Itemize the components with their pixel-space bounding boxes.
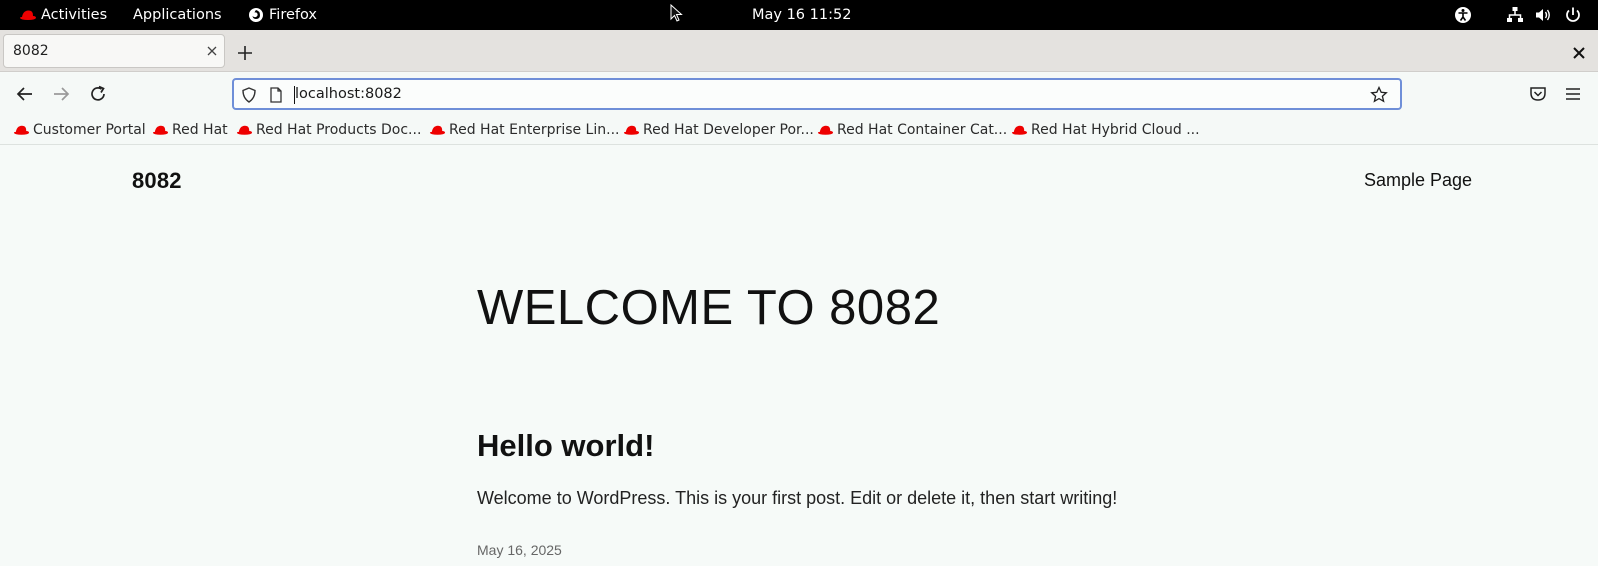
bookmarks-toolbar: Customer Portal Red Hat Red Hat Products… xyxy=(0,115,1598,145)
mouse-cursor-icon xyxy=(670,4,683,22)
hamburger-menu-icon[interactable] xyxy=(1562,83,1584,105)
power-icon[interactable] xyxy=(1564,6,1582,24)
bookmark-label: Red Hat Developer Por... xyxy=(643,122,814,138)
url-input[interactable]: localhost:8082 xyxy=(295,86,402,102)
redhat-icon xyxy=(1011,125,1028,135)
bookmark-label: Red Hat Hybrid Cloud ... xyxy=(1031,122,1200,138)
back-arrow-icon[interactable] xyxy=(14,83,36,105)
redhat-icon xyxy=(236,125,253,135)
redhat-icon xyxy=(13,125,30,135)
bookmark-red-hat-hybrid-cloud[interactable]: Red Hat Hybrid Cloud ... xyxy=(1011,119,1200,141)
redhat-logo-icon xyxy=(20,10,36,20)
applications-menu[interactable]: Applications xyxy=(133,0,222,30)
web-page: 8082 Sample Page WELCOME TO 8082 Hello w… xyxy=(0,146,1598,566)
bookmark-label: Red Hat Container Cat... xyxy=(837,122,1008,138)
page-heading: WELCOME TO 8082 xyxy=(477,281,941,335)
activities-button[interactable]: Activities xyxy=(19,0,107,30)
post-date[interactable]: May 16, 2025 xyxy=(477,542,562,558)
firefox-label: Firefox xyxy=(269,7,317,23)
forward-arrow-icon[interactable] xyxy=(50,83,72,105)
tab-8082[interactable]: 8082 xyxy=(3,34,225,68)
page-info-icon[interactable] xyxy=(268,86,284,104)
bookmark-customer-portal[interactable]: Customer Portal xyxy=(13,119,146,141)
window-close-icon[interactable] xyxy=(1570,44,1588,62)
tab-close-icon[interactable] xyxy=(203,42,221,60)
firefox-icon xyxy=(249,8,263,22)
tab-title: 8082 xyxy=(13,43,49,59)
navigation-toolbar: localhost:8082 xyxy=(0,73,1598,115)
bookmark-red-hat-developer-portal[interactable]: Red Hat Developer Por... xyxy=(623,119,814,141)
bookmark-red-hat-enterprise-linux[interactable]: Red Hat Enterprise Lin... xyxy=(429,119,619,141)
redhat-icon xyxy=(623,125,640,135)
volume-icon[interactable] xyxy=(1534,6,1552,24)
bookmark-red-hat-container-catalog[interactable]: Red Hat Container Cat... xyxy=(817,119,1007,141)
clock[interactable]: May 16 11:52 xyxy=(752,0,851,30)
url-bar[interactable]: localhost:8082 xyxy=(232,78,1402,110)
pocket-icon[interactable] xyxy=(1527,83,1549,105)
network-icon[interactable] xyxy=(1506,6,1524,24)
bookmark-red-hat[interactable]: Red Hat xyxy=(152,119,228,141)
redhat-icon xyxy=(817,125,834,135)
new-tab-icon[interactable] xyxy=(234,42,256,64)
accessibility-icon[interactable] xyxy=(1454,6,1472,24)
bookmark-label: Red Hat Products Doc... xyxy=(256,122,422,138)
bookmark-label: Red Hat Enterprise Lin... xyxy=(449,122,620,138)
bookmark-red-hat-products-doc[interactable]: Red Hat Products Doc... xyxy=(236,119,421,141)
activities-label: Activities xyxy=(41,7,108,23)
firefox-app-menu[interactable]: Firefox xyxy=(248,0,317,30)
redhat-icon xyxy=(429,125,446,135)
post-title-link[interactable]: Hello world! xyxy=(477,428,654,464)
shield-icon[interactable] xyxy=(240,86,258,104)
bookmark-label: Red Hat xyxy=(172,122,228,138)
reload-icon[interactable] xyxy=(87,83,109,105)
system-top-bar: Activities Applications Firefox May 16 1… xyxy=(0,0,1598,30)
post-excerpt: Welcome to WordPress. This is your first… xyxy=(477,488,1118,508)
sample-page-link[interactable]: Sample Page xyxy=(1364,170,1472,191)
site-title-link[interactable]: 8082 xyxy=(132,168,182,194)
redhat-icon xyxy=(152,125,169,135)
bookmark-label: Customer Portal xyxy=(33,122,146,138)
bookmark-star-icon[interactable] xyxy=(1370,86,1388,104)
